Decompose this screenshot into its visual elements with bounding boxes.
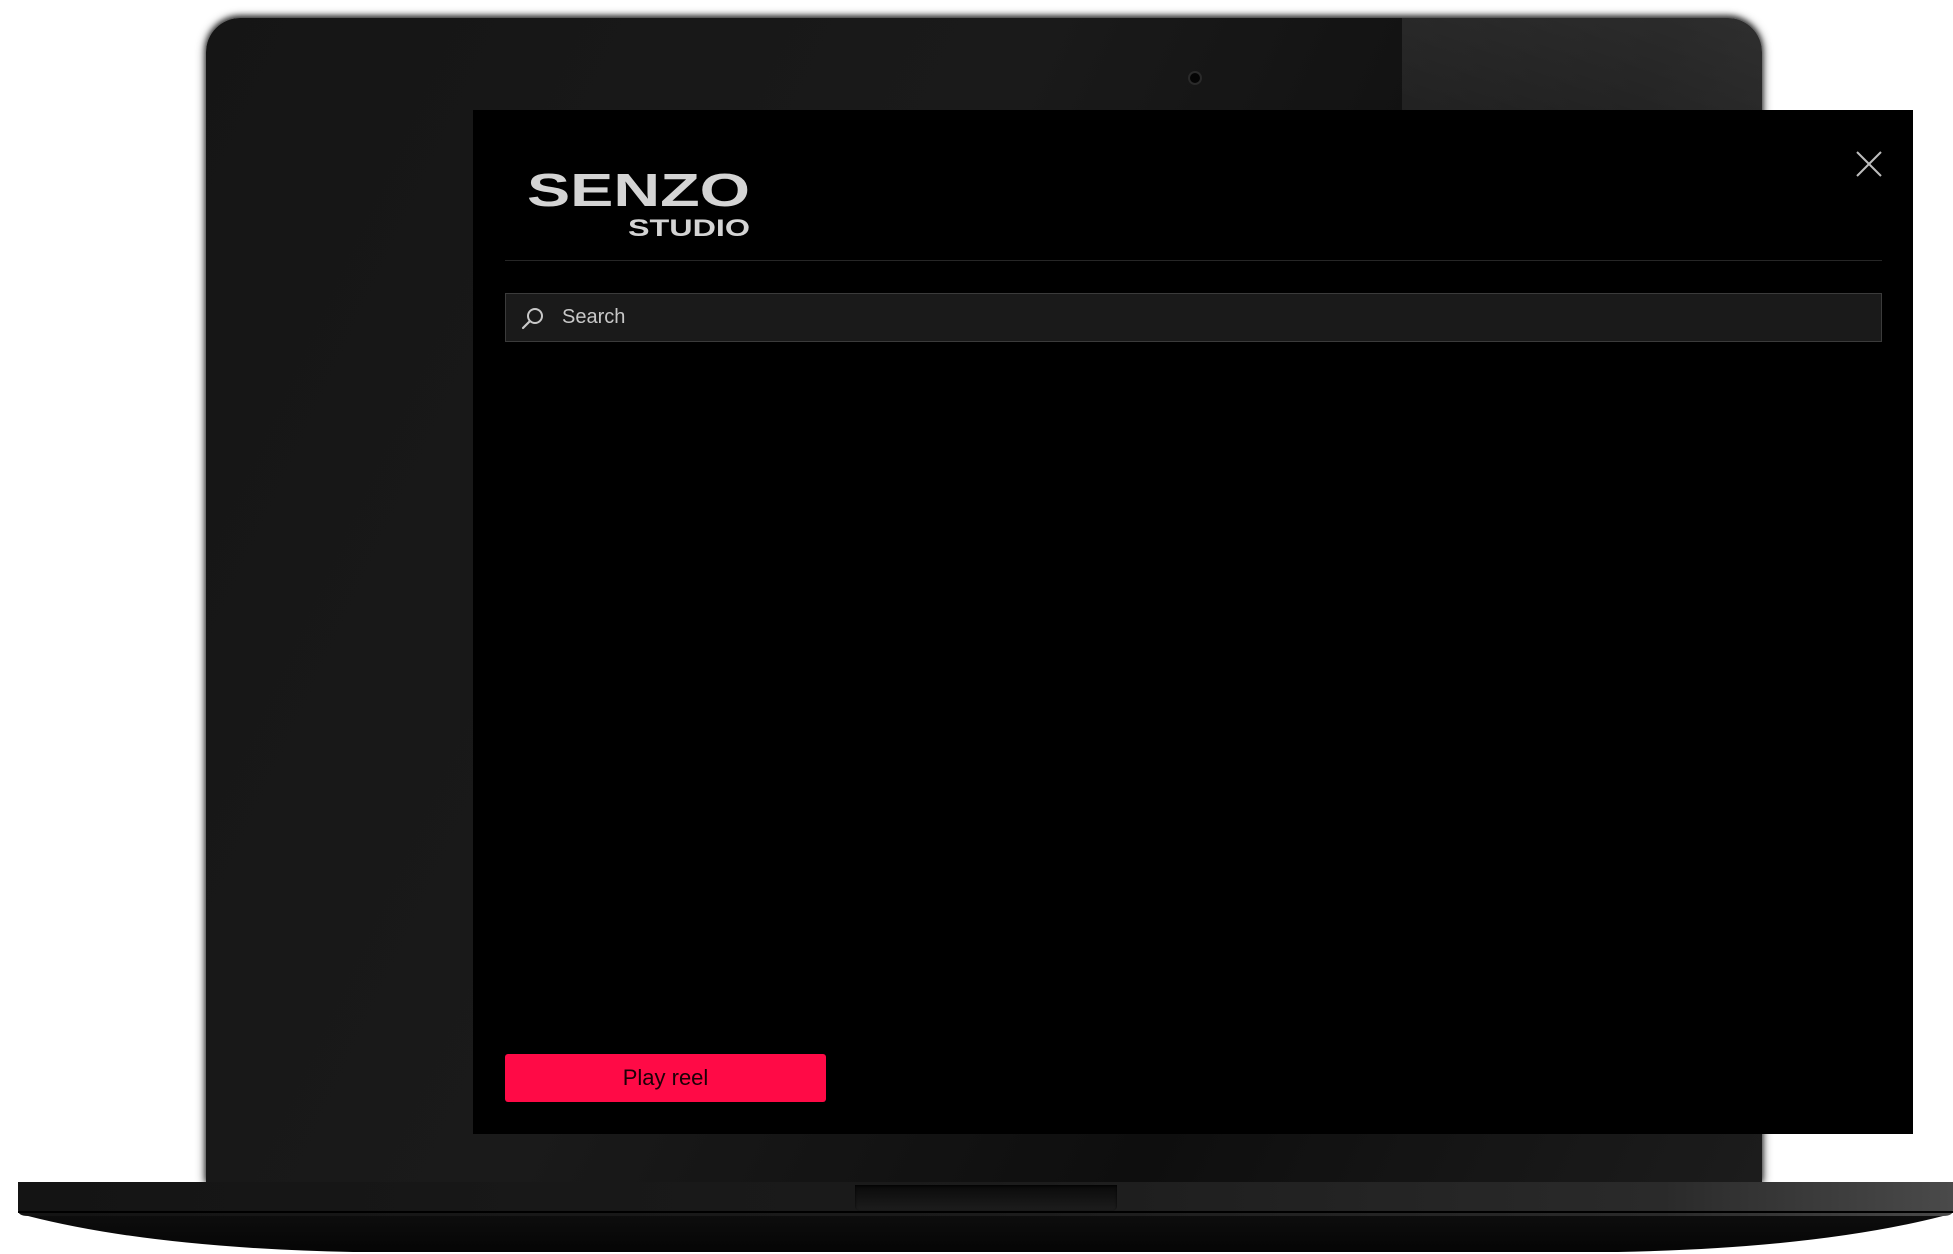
laptop-hinge-notch: [855, 1185, 1117, 1211]
laptop-mockup: SENZO STUDIO Play reel: [0, 0, 1953, 1254]
close-icon[interactable]: [1849, 144, 1889, 184]
senzo-studio-logo: SENZO STUDIO: [527, 168, 750, 238]
header-divider: [505, 260, 1882, 261]
laptop-screen: SENZO STUDIO Play reel: [473, 110, 1913, 1134]
play-reel-button[interactable]: Play reel: [505, 1054, 826, 1102]
search-icon: [521, 307, 543, 329]
logo-main-text: SENZO: [527, 168, 750, 216]
search-bar[interactable]: [505, 293, 1882, 342]
webcam: [1188, 71, 1202, 85]
logo-sub-text: STUDIO: [628, 215, 750, 238]
laptop-lid: SENZO STUDIO Play reel: [206, 18, 1913, 1184]
search-input[interactable]: [546, 294, 1881, 341]
